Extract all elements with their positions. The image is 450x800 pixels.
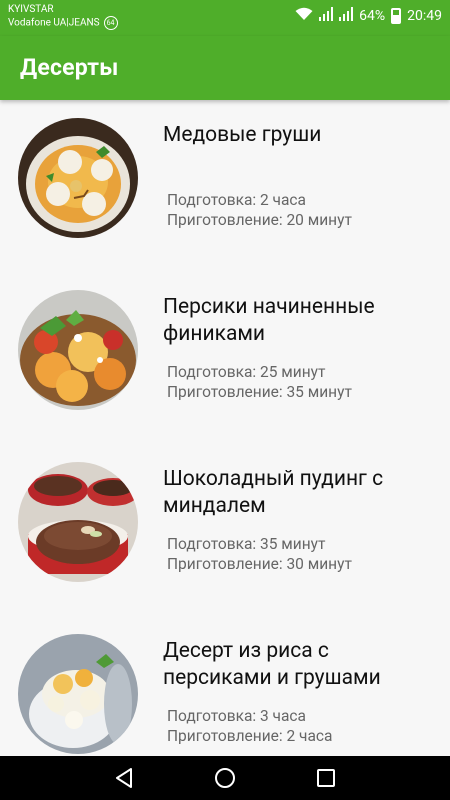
wifi-icon: [295, 7, 313, 25]
carrier-badge: 64: [103, 16, 118, 30]
prep-time: Подготовка: 35 минут: [167, 535, 326, 553]
battery-icon: [391, 8, 402, 24]
clock: 20:49: [407, 8, 442, 24]
recipe-item[interactable]: Десерт из риса с персиками и грушами Под…: [0, 616, 450, 756]
recipe-item[interactable]: Медовые груши Подготовка: 2 часа Пригото…: [0, 100, 450, 270]
chocolate-pudding-photo: [18, 462, 138, 582]
status-icons: 64% 20:49: [295, 7, 442, 25]
status-bar: KYIVSTAR Vodafone UA|JEANS 64 64% 20:49: [0, 0, 450, 36]
navigation-bar: [0, 756, 450, 800]
app-bar: Десерты: [0, 36, 450, 100]
signal-icon: [319, 7, 334, 25]
recipe-item[interactable]: Персики начиненные финиками Подготовка: …: [0, 272, 450, 442]
battery-percent: 64%: [359, 8, 386, 24]
cook-time: Приготовление: 20 минут: [167, 211, 352, 229]
recipe-title: Персики начиненные финиками: [163, 295, 375, 346]
honey-pears-photo: [18, 118, 138, 238]
stuffed-peaches-photo: [18, 290, 138, 410]
carrier-line-2: Vodafone UA|JEANS: [8, 17, 100, 29]
carrier-info: KYIVSTAR Vodafone UA|JEANS 64: [8, 3, 118, 30]
recipe-item[interactable]: Шоколадный пудинг с миндалем Подготовка:…: [0, 444, 450, 614]
prep-time: Подготовка: 25 минут: [167, 363, 326, 381]
cook-time: Приготовление: 2 часа: [167, 727, 333, 745]
recipe-list[interactable]: Медовые груши Подготовка: 2 часа Пригото…: [0, 100, 450, 756]
carrier-line-1: KYIVSTAR: [8, 4, 54, 15]
rice-dessert-photo: [18, 634, 138, 754]
cook-time: Приготовление: 30 минут: [167, 555, 352, 573]
recipe-title: Шоколадный пудинг с миндалем: [163, 467, 384, 518]
prep-time: Подготовка: 3 часа: [167, 707, 306, 725]
page-title: Десерты: [20, 54, 119, 81]
prep-time: Подготовка: 2 часа: [167, 191, 306, 209]
recent-apps-icon[interactable]: [314, 766, 338, 790]
cook-time: Приготовление: 35 минут: [167, 383, 352, 401]
recipe-title: Медовые груши: [163, 123, 322, 147]
recipe-title: Десерт из риса с персиками и грушами: [163, 639, 381, 690]
back-icon[interactable]: [112, 766, 136, 790]
home-icon[interactable]: [213, 766, 237, 790]
signal-icon-2: [339, 7, 354, 25]
